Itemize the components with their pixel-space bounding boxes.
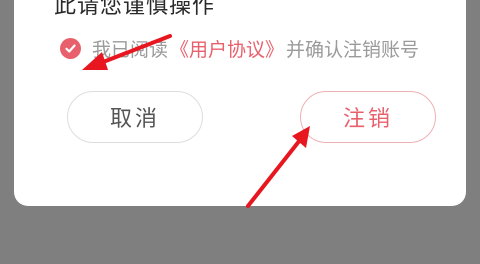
dialog: …………………………………… 此请您谨慎操作 我已阅读 《用户协议》 并确认注销… bbox=[14, 0, 466, 206]
warning-text: 此请您谨慎操作 bbox=[54, 0, 216, 19]
agreement-row[interactable]: 我已阅读 《用户协议》 并确认注销账号 bbox=[60, 35, 419, 61]
agreement-prefix: 我已阅读 bbox=[92, 38, 169, 61]
user-agreement-link[interactable]: 《用户协议》 bbox=[170, 35, 284, 62]
check-circle-icon[interactable] bbox=[60, 37, 81, 59]
confirm-cancellation-button[interactable]: 注销 bbox=[300, 91, 436, 143]
cancel-button[interactable]: 取消 bbox=[67, 91, 203, 143]
agreement-suffix: 并确认注销账号 bbox=[286, 38, 420, 61]
